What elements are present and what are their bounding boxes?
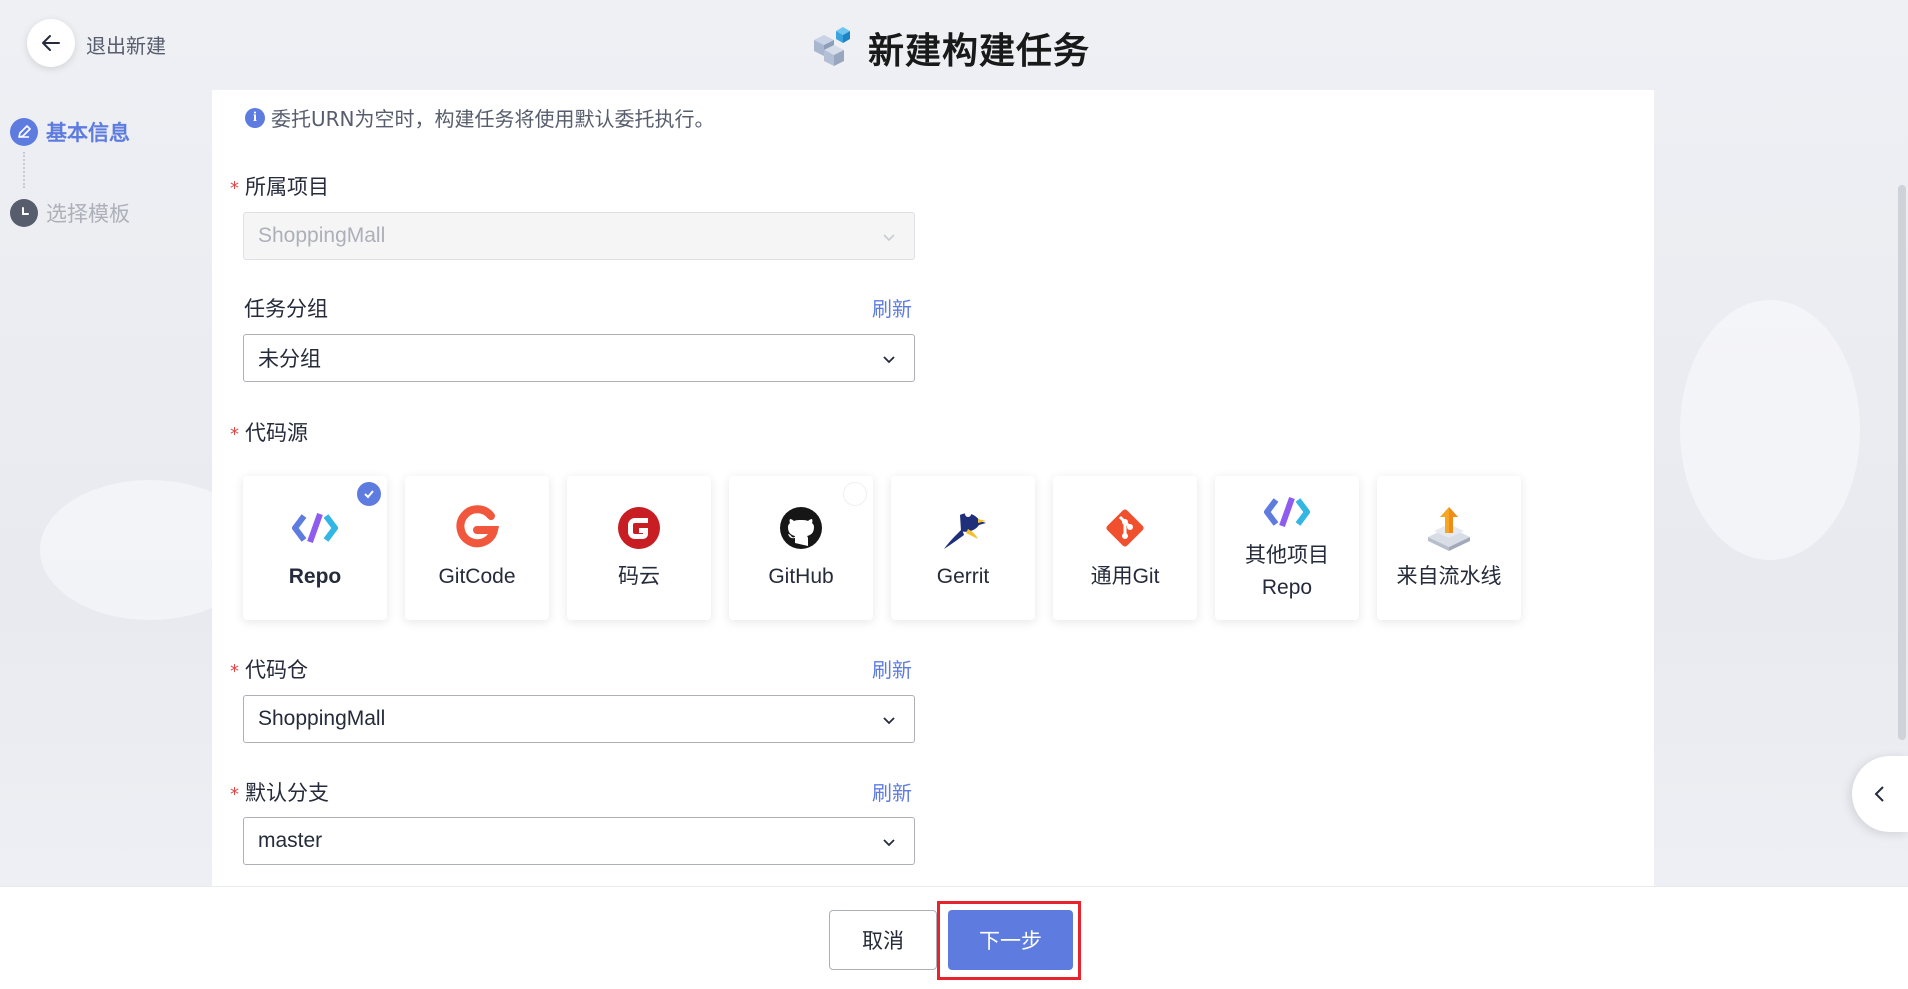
required-mark: * (230, 424, 239, 445)
back-button[interactable] (27, 19, 75, 67)
branch-value: master (258, 829, 323, 852)
group-select[interactable]: 未分组 (243, 334, 915, 382)
collapse-panel-button[interactable] (1852, 756, 1908, 832)
required-mark: * (230, 178, 239, 199)
code-source-options: Repo GitCode 码云 GitHub Gerrit 通用Git 其他项目… (243, 476, 1521, 620)
delegation-info: i 委托URN为空时，构建任务将使用默认委托执行。 (245, 103, 715, 132)
pipeline-icon (1428, 507, 1470, 551)
source-card-other-repo[interactable]: 其他项目Repo (1215, 476, 1359, 620)
git-icon (1106, 509, 1144, 547)
group-refresh-link[interactable]: 刷新 (872, 293, 912, 322)
gitee-icon (618, 507, 660, 549)
title-group: 新建构建任务 (806, 22, 1090, 74)
page-header: 退出新建 新建构建任务 (0, 0, 1908, 90)
required-mark: * (230, 784, 239, 805)
edit-icon (10, 118, 38, 146)
source-card-repo[interactable]: Repo (243, 476, 387, 620)
required-mark: * (230, 661, 239, 682)
repo-icon (292, 512, 338, 544)
check-icon (357, 482, 381, 506)
project-select: ShoppingMall (243, 212, 915, 260)
background-decoration (1680, 300, 1860, 560)
project-value: ShoppingMall (258, 224, 386, 247)
gitcode-icon (456, 505, 500, 548)
info-icon: i (245, 107, 265, 128)
chevron-down-icon (883, 356, 895, 364)
repo-refresh-link[interactable]: 刷新 (872, 654, 912, 683)
source-card-gitee[interactable]: 码云 (567, 476, 711, 620)
cubes-logo-icon (814, 27, 850, 66)
source-card-gitcode[interactable]: GitCode (405, 476, 549, 620)
source-card-label: GitCode (438, 565, 516, 588)
source-card-label: 码云 (618, 565, 660, 588)
repo-icon (1264, 496, 1310, 528)
clock-icon (10, 199, 38, 227)
radio-indicator (843, 482, 867, 506)
source-card-label: Gerrit (936, 565, 990, 588)
step-label: 选择模板 (46, 202, 130, 226)
source-card-label: GitHub (768, 565, 834, 588)
source-card-label: Repo (288, 565, 342, 588)
chevron-down-icon (883, 234, 895, 242)
repo-value: ShoppingMall (258, 707, 386, 730)
source-card-label: 通用Git (1090, 565, 1160, 588)
branch-refresh-link[interactable]: 刷新 (872, 777, 912, 806)
chevron-left-icon (1874, 786, 1884, 802)
step-connector (23, 152, 25, 188)
step-basic-info[interactable]: 基本信息 (10, 117, 130, 147)
back-label[interactable]: 退出新建 (86, 30, 166, 59)
group-value: 未分组 (258, 348, 321, 371)
scrollbar[interactable] (1898, 185, 1906, 740)
cancel-button[interactable]: 取消 (829, 910, 937, 970)
branch-label: * 默认分支 (230, 781, 329, 805)
next-step-button[interactable]: 下一步 (948, 910, 1073, 970)
code-source-label: * 代码源 (230, 421, 308, 445)
branch-select[interactable]: master (243, 817, 915, 865)
source-card-label: 来自流水线 (1396, 565, 1502, 588)
step-select-template[interactable]: 选择模板 (10, 198, 130, 228)
step-label: 基本信息 (46, 121, 130, 145)
chevron-down-icon (883, 839, 895, 847)
page-title: 新建构建任务 (868, 31, 1091, 72)
source-card-pipeline[interactable]: 来自流水线 (1377, 476, 1521, 620)
gerrit-icon (944, 511, 986, 549)
github-icon (780, 507, 822, 549)
info-text: 委托URN为空时，构建任务将使用默认委托执行。 (271, 107, 715, 131)
source-card-label: 其他项目Repo (1245, 544, 1329, 599)
chevron-down-icon (883, 717, 895, 725)
source-card-gerrit[interactable]: Gerrit (891, 476, 1035, 620)
arrow-left-icon (42, 35, 60, 51)
repo-label: * 代码仓 (230, 658, 308, 682)
repo-select[interactable]: ShoppingMall (243, 695, 915, 743)
project-label: * 所属项目 (230, 175, 329, 199)
source-card-github[interactable]: GitHub (729, 476, 873, 620)
source-card-git[interactable]: 通用Git (1053, 476, 1197, 620)
group-label: 任务分组 (244, 297, 328, 321)
